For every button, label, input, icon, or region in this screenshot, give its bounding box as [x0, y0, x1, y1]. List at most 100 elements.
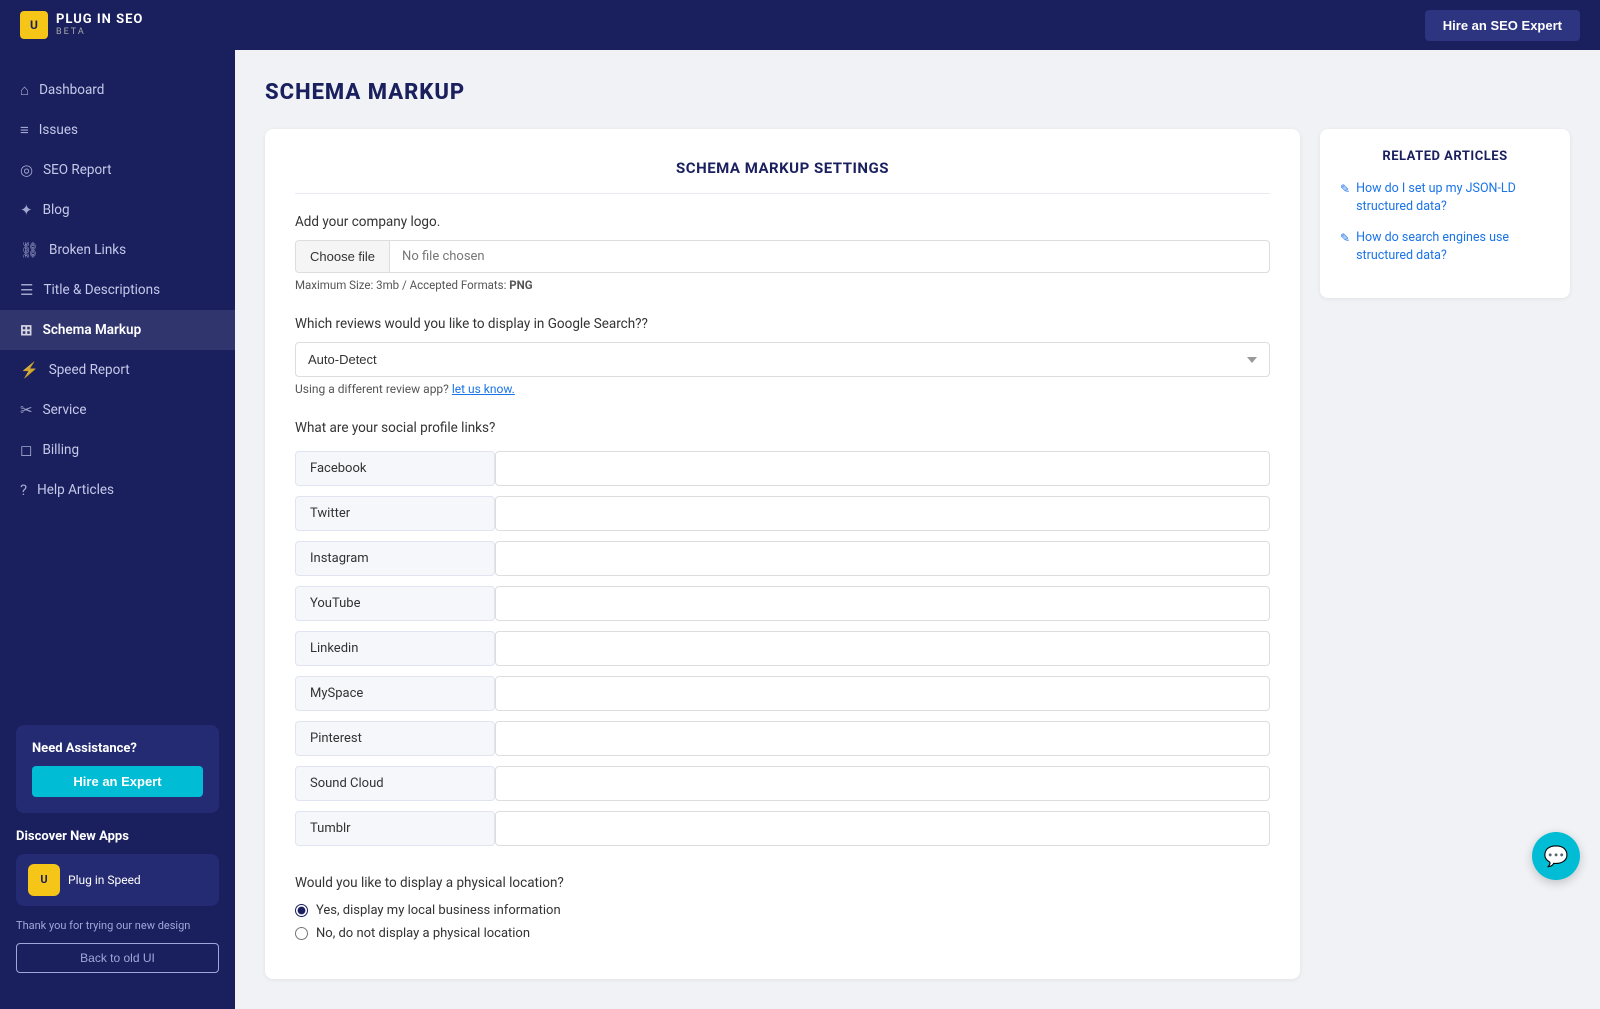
social-section: What are your social profile links? Face… — [295, 420, 1270, 851]
page-title: SCHEMA MARKUP — [265, 80, 1570, 105]
hire-expert-button[interactable]: Hire an Expert — [32, 766, 203, 797]
discover-section: Discover New Apps U Plug in Speed Thank … — [16, 829, 219, 973]
home-icon: ⌂ — [20, 81, 29, 99]
sidebar-item-label: SEO Report — [43, 162, 111, 178]
file-name-display: No file chosen — [390, 241, 497, 272]
sidebar-item-broken-links[interactable]: ⛓ Broken Links — [0, 230, 235, 270]
choose-file-button[interactable]: Choose file — [296, 241, 390, 272]
social-input-tumblr[interactable] — [495, 811, 1270, 846]
social-field-label: Pinterest — [295, 721, 495, 756]
social-input-myspace[interactable] — [495, 676, 1270, 711]
social-input-cell — [495, 626, 1270, 671]
social-field-label: Instagram — [295, 541, 495, 576]
sidebar-item-title-descriptions[interactable]: ☰ Title & Descriptions — [0, 270, 235, 310]
social-row: Tumblr — [295, 806, 1270, 851]
social-field-label: Facebook — [295, 451, 495, 486]
social-field-label: Twitter — [295, 496, 495, 531]
location-yes-radio[interactable] — [295, 904, 308, 917]
location-no-label: No, do not display a physical location — [316, 926, 530, 941]
blog-icon: ✦ — [20, 201, 33, 219]
social-row: Linkedin — [295, 626, 1270, 671]
content-area: SCHEMA MARKUP SETTINGS Add your company … — [265, 129, 1570, 979]
social-input-linkedin[interactable] — [495, 631, 1270, 666]
social-input-twitter[interactable] — [495, 496, 1270, 531]
reviews-select[interactable]: Auto-Detect — [295, 342, 1270, 377]
sidebar-item-speed-report[interactable]: ⚡ Speed Report — [0, 350, 235, 390]
related-article-link[interactable]: ✎How do I set up my JSON-LD structured d… — [1340, 180, 1550, 215]
social-field-label: Linkedin — [295, 631, 495, 666]
sidebar-nav: ⌂ Dashboard ≡ Issues ◎ SEO Report ✦ — [0, 70, 235, 510]
sidebar-item-label: Service — [43, 402, 87, 418]
social-input-cell — [495, 536, 1270, 581]
logo: U PLUG IN SEO BETA — [20, 11, 143, 39]
sidebar-bottom: Need Assistance? Hire an Expert Discover… — [0, 709, 235, 989]
billing-icon: ◻ — [20, 441, 32, 459]
sidebar-item-help-articles[interactable]: ? Help Articles — [0, 470, 235, 510]
sidebar-item-label: Help Articles — [37, 482, 114, 498]
sidebar-item-billing[interactable]: ◻ Billing — [0, 430, 235, 470]
social-row: Facebook — [295, 446, 1270, 491]
location-no-radio[interactable] — [295, 927, 308, 940]
social-row: Twitter — [295, 491, 1270, 536]
social-field-label: YouTube — [295, 586, 495, 621]
hire-seo-expert-button[interactable]: Hire an SEO Expert — [1425, 10, 1580, 41]
plug-speed-icon: U — [28, 864, 60, 896]
schema-icon: ⊞ — [20, 321, 33, 339]
location-no-option: No, do not display a physical location — [295, 926, 1270, 941]
sidebar-item-dashboard[interactable]: ⌂ Dashboard — [0, 70, 235, 110]
article-text: How do search engines use structured dat… — [1356, 229, 1550, 264]
plug-speed-card[interactable]: U Plug in Speed — [16, 854, 219, 906]
schema-card-title: SCHEMA MARKUP SETTINGS — [295, 159, 1270, 194]
sidebar-item-issues[interactable]: ≡ Issues — [0, 110, 235, 150]
social-label-cell: Tumblr — [295, 806, 495, 851]
thank-you-text: Thank you for trying our new design — [16, 918, 219, 933]
issues-icon: ≡ — [20, 121, 29, 139]
back-to-old-ui-button[interactable]: Back to old UI — [16, 943, 219, 973]
sidebar-item-seo-report[interactable]: ◎ SEO Report — [0, 150, 235, 190]
social-label-cell: MySpace — [295, 671, 495, 716]
social-input-pinterest[interactable] — [495, 721, 1270, 756]
social-label-cell: Linkedin — [295, 626, 495, 671]
topnav: U PLUG IN SEO BETA Hire an SEO Expert — [0, 0, 1600, 50]
reviews-label: Which reviews would you like to display … — [295, 316, 1270, 332]
discover-title: Discover New Apps — [16, 829, 219, 844]
sidebar-item-label: Title & Descriptions — [43, 282, 160, 298]
let-us-know-link[interactable]: let us know. — [452, 382, 515, 396]
social-row: Sound Cloud — [295, 761, 1270, 806]
sidebar-item-label: Speed Report — [49, 362, 130, 378]
social-input-instagram[interactable] — [495, 541, 1270, 576]
social-row: YouTube — [295, 581, 1270, 626]
social-label-cell: Instagram — [295, 536, 495, 581]
broken-links-icon: ⛓ — [20, 241, 39, 259]
review-hint: Using a different review app? let us kno… — [295, 382, 1270, 396]
social-label-cell: YouTube — [295, 581, 495, 626]
social-input-cell — [495, 446, 1270, 491]
sidebar-item-label: Issues — [39, 122, 78, 138]
social-field-label: Sound Cloud — [295, 766, 495, 801]
social-field-label: MySpace — [295, 676, 495, 711]
social-input-facebook[interactable] — [495, 451, 1270, 486]
social-input-cell — [495, 581, 1270, 626]
sidebar-item-label: Broken Links — [49, 242, 126, 258]
social-input-cell — [495, 716, 1270, 761]
social-input-sound-cloud[interactable] — [495, 766, 1270, 801]
plug-speed-label: Plug in Speed — [68, 873, 141, 887]
assistance-card: Need Assistance? Hire an Expert — [16, 725, 219, 813]
help-icon: ? — [20, 481, 27, 499]
logo-section: Add your company logo. Choose file No fi… — [295, 214, 1270, 292]
social-label-cell: Twitter — [295, 491, 495, 536]
sidebar-item-label: Blog — [43, 202, 70, 218]
sidebar-item-label: Dashboard — [39, 82, 104, 98]
sidebar-item-label: Schema Markup — [43, 322, 142, 338]
social-input-youtube[interactable] — [495, 586, 1270, 621]
sidebar-item-service[interactable]: ✂ Service — [0, 390, 235, 430]
social-label-cell: Sound Cloud — [295, 761, 495, 806]
sidebar-item-blog[interactable]: ✦ Blog — [0, 190, 235, 230]
article-text: How do I set up my JSON-LD structured da… — [1356, 180, 1550, 215]
related-article-link[interactable]: ✎How do search engines use structured da… — [1340, 229, 1550, 264]
social-field-label: Tumblr — [295, 811, 495, 846]
speed-icon: ⚡ — [20, 361, 39, 379]
chat-bubble-button[interactable]: 💬 — [1532, 832, 1580, 880]
sidebar-item-schema-markup[interactable]: ⊞ Schema Markup — [0, 310, 235, 350]
social-table: Facebook Twitter Instagram YouTube — [295, 446, 1270, 851]
